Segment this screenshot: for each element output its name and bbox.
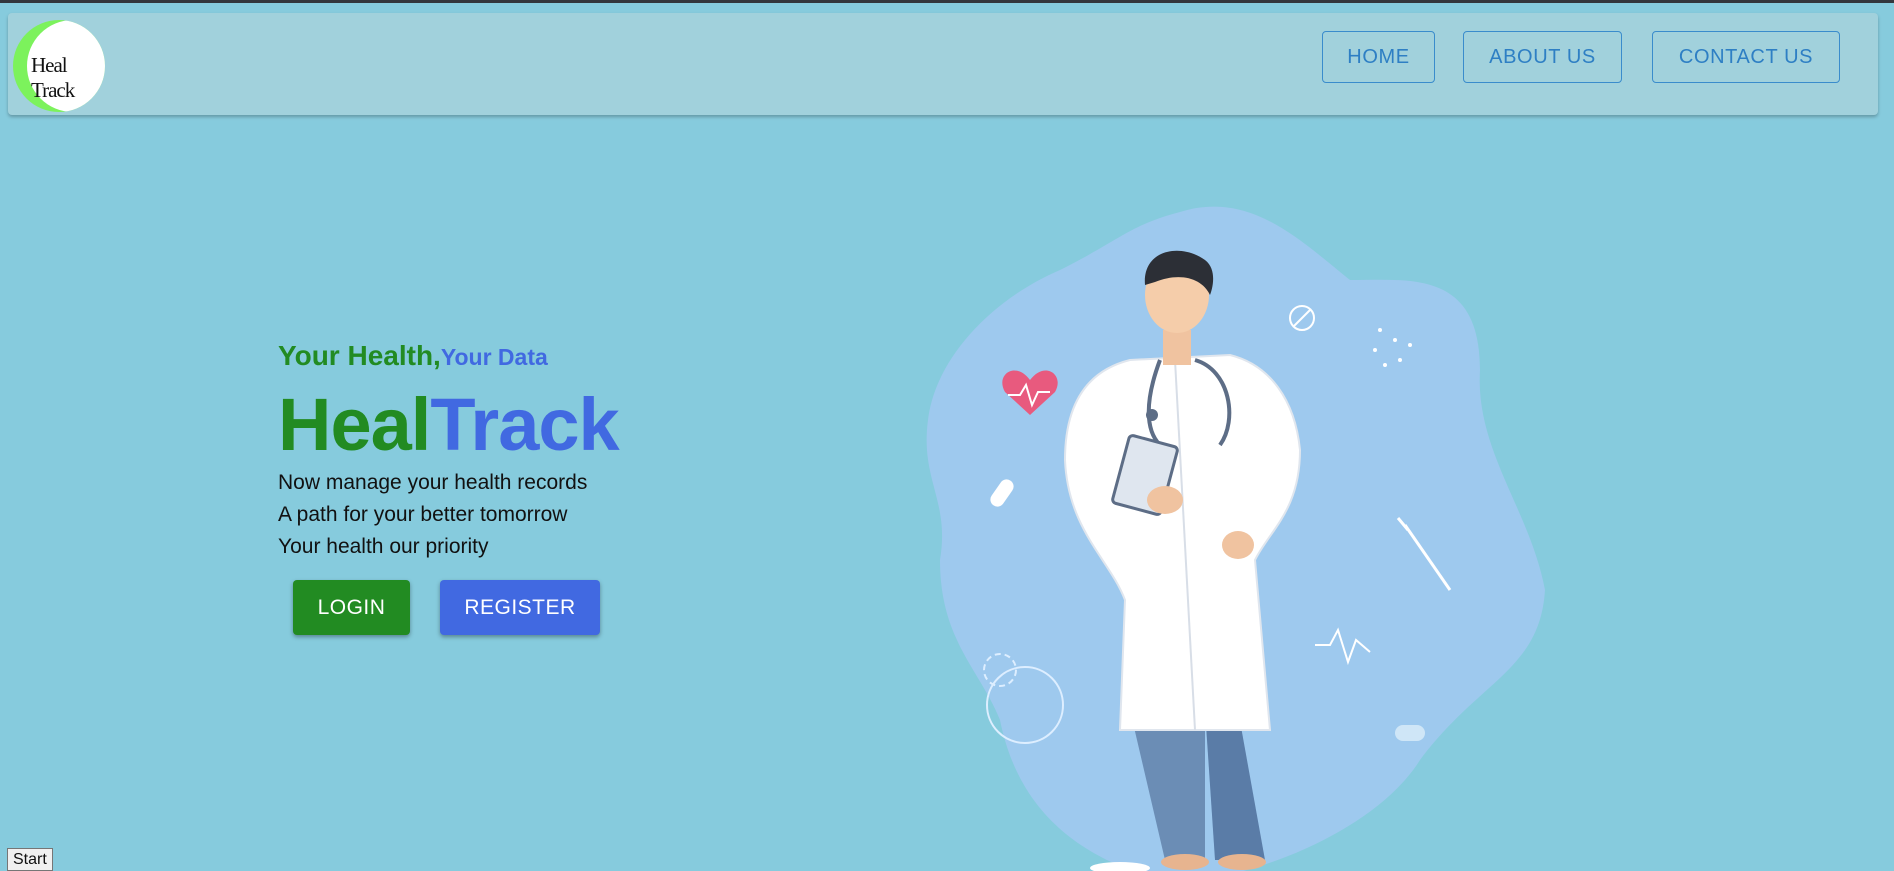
- hero-line-1: Now manage your health records: [278, 471, 588, 494]
- logo-text: Heal Track: [31, 53, 75, 102]
- start-button[interactable]: Start: [7, 848, 53, 871]
- doctor-illustration: [926, 206, 1545, 871]
- brand-heal: Heal: [278, 383, 431, 466]
- hero-brand-title: HealTrack: [278, 388, 620, 462]
- window-top-border: [0, 0, 1894, 3]
- brand-track: Track: [430, 383, 619, 466]
- tagline-data: Your Data: [440, 344, 548, 370]
- hero-line-3: Your health our priority: [278, 535, 489, 558]
- hero-tagline: Your Health,Your Data: [278, 340, 548, 372]
- logo[interactable]: Heal Track: [13, 20, 105, 112]
- navbar: Heal Track HOME ABOUT US CONTACT US: [8, 13, 1878, 115]
- login-button[interactable]: LOGIN: [293, 580, 410, 635]
- register-button[interactable]: REGISTER: [440, 580, 600, 635]
- nav-contact-us-button[interactable]: CONTACT US: [1652, 31, 1840, 83]
- hero-line-2: A path for your better tomorrow: [278, 503, 568, 526]
- nav-home-button[interactable]: HOME: [1322, 31, 1435, 83]
- nav-about-us-button[interactable]: ABOUT US: [1463, 31, 1622, 83]
- tagline-health: Your Health,: [278, 340, 441, 371]
